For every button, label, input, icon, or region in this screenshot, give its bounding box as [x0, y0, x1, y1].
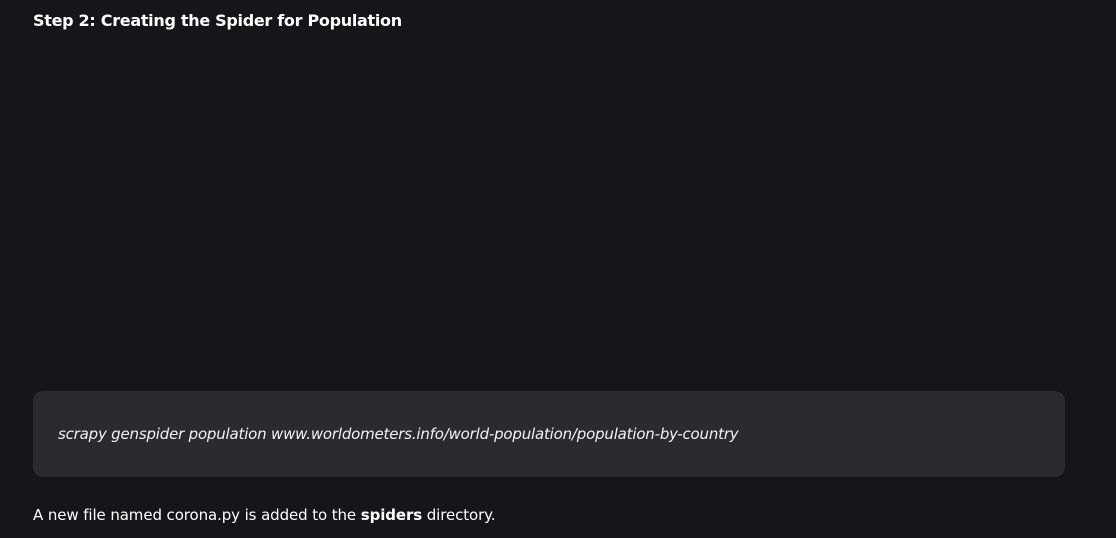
code-command: scrapy genspider population www.worldome… — [58, 425, 739, 443]
step-heading: Step 2: Creating the Spider for Populati… — [33, 11, 402, 30]
description-emphasis: spiders — [360, 506, 423, 524]
description-text-before: A new file named corona.py is added to t… — [33, 506, 361, 524]
code-block: scrapy genspider population www.worldome… — [33, 391, 1065, 477]
description-paragraph: A new file named corona.py is added to t… — [33, 506, 496, 524]
article-page: Step 2: Creating the Spider for Populati… — [0, 0, 1116, 538]
description-text-after: directory. — [422, 506, 496, 524]
